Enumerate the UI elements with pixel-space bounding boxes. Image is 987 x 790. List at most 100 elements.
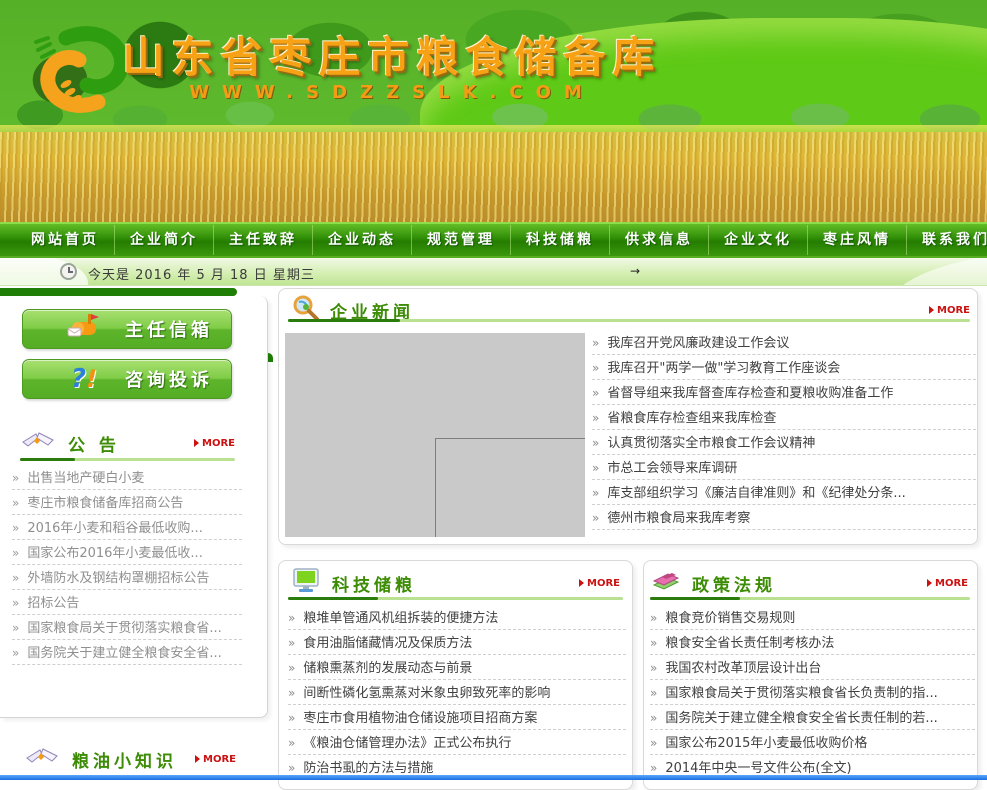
double-arrow-bullet: » — [592, 386, 599, 400]
section-underline — [288, 597, 623, 600]
policy-more-link[interactable]: MORE — [927, 578, 968, 589]
policy-list-item[interactable]: »我国农村改革顶层设计出台 — [650, 655, 975, 680]
news-link[interactable]: 我库召开党风廉政建设工作会议 — [607, 336, 789, 351]
double-arrow-bullet: » — [288, 636, 295, 650]
notice-link[interactable]: 国家粮食局关于贯彻落实粮食省... — [27, 621, 221, 636]
news-link[interactable]: 省粮食库存检查组来我库检查 — [607, 411, 776, 426]
double-arrow-bullet: » — [288, 761, 295, 775]
tech-link[interactable]: 防治书虱的方法与措施 — [303, 761, 433, 776]
policy-link[interactable]: 粮食竞价销售交易规则 — [665, 611, 795, 626]
tech-link[interactable]: 间断性磷化氢熏蒸对米象虫卵致死率的影响 — [303, 686, 550, 701]
news-list-item[interactable]: »认真贯彻落实全市粮食工作会议精神 — [592, 430, 976, 455]
notice-list-item[interactable]: »枣庄市粮食储备库招商公告 — [12, 490, 242, 515]
tech-more-link[interactable]: MORE — [579, 578, 620, 589]
notice-list-item[interactable]: »2016年小麦和稻谷最低收购... — [12, 515, 242, 540]
notice-link[interactable]: 枣庄市粮食储备库招商公告 — [27, 496, 183, 511]
double-arrow-bullet: » — [288, 611, 295, 625]
notice-list-item[interactable]: »外墙防水及钢结构罩棚招标公告 — [12, 565, 242, 590]
policy-link[interactable]: 国务院关于建立健全粮食安全省长责任制的若... — [665, 711, 937, 726]
knowledge-title: 粮油小知识 — [72, 747, 177, 772]
tech-list-item[interactable]: » 食用油脂储藏情况及保质方法 — [288, 630, 626, 655]
double-arrow-bullet: » — [650, 711, 657, 725]
site-banner: 山东省枣庄市粮食储备库 WWW.SDZZSLK.COM — [0, 0, 987, 222]
double-arrow-bullet: » — [650, 761, 657, 775]
policy-list-item[interactable]: »粮食安全省长责任制考核办法 — [650, 630, 975, 655]
tech-list-item[interactable]: »储粮熏蒸剂的发展动态与前景 — [288, 655, 626, 680]
news-list-item[interactable]: »市总工会领导来库调研 — [592, 455, 976, 480]
double-arrow-bullet: » — [592, 336, 599, 350]
section-underline — [288, 319, 970, 322]
news-link[interactable]: 德州市粮食局来我库考察 — [607, 511, 750, 526]
double-arrow-bullet: » — [650, 611, 657, 625]
news-link[interactable]: 省督导组来我库督查库存检查和夏粮收购准备工作 — [607, 386, 893, 401]
news-link[interactable]: 认真贯彻落实全市粮食工作会议精神 — [607, 436, 815, 451]
notice-section-header: 公 告 MORE — [20, 428, 235, 458]
news-list-item[interactable]: » 我库召开党风廉政建设工作会议 — [592, 330, 976, 355]
tech-list-item[interactable]: » 粮堆单管通风机组拆装的便捷方法 — [288, 605, 626, 630]
policy-link[interactable]: 粮食安全省长责任制考核办法 — [665, 636, 834, 651]
marquee-arrow-icon: → — [630, 264, 640, 278]
notice-link[interactable]: 出售当地产硬白小麦 — [27, 471, 144, 486]
nav-item[interactable]: 枣庄风情 — [807, 225, 906, 255]
tech-section-header: 科技储粮 MORE — [290, 567, 620, 599]
notice-list: » 出售当地产硬白小麦 »枣庄市粮食储备库招商公告»2016年小麦和稻谷最低收购..… — [12, 465, 242, 665]
notice-link[interactable]: 2016年小麦和稻谷最低收购... — [27, 521, 202, 536]
tech-link[interactable]: 《粮油仓储管理办法》正式公布执行 — [303, 736, 511, 751]
policy-list-item[interactable]: »国家粮食局关于贯彻落实粮食省长负责制的指... — [650, 680, 975, 705]
nav-item[interactable]: 企业文化 — [708, 225, 807, 255]
nav-item[interactable]: 网站首页 — [16, 225, 114, 255]
consult-complaint-button[interactable]: ?! 咨询投诉 — [22, 359, 232, 399]
nav-item[interactable]: 联系我们 — [906, 225, 987, 255]
books-icon — [650, 567, 682, 599]
swoosh-decoration — [892, 258, 987, 286]
nav-item[interactable]: 企业动态 — [312, 225, 411, 255]
policy-link[interactable]: 国家公布2015年小麦最低收购价格 — [665, 736, 867, 751]
tech-list-item[interactable]: »枣庄市食用植物油仓储设施项目招商方案 — [288, 705, 626, 730]
notice-link[interactable]: 国家公布2016年小麦最低收... — [27, 546, 202, 561]
news-link[interactable]: 库支部组织学习《廉洁自律准则》和《纪律处分条... — [607, 486, 905, 501]
policy-list-item[interactable]: » 国务院关于建立健全粮食安全省长责任制的若... — [650, 705, 975, 730]
notice-link[interactable]: 招标公告 — [27, 596, 79, 611]
news-list-item[interactable]: »库支部组织学习《廉洁自律准则》和《纪律处分条... — [592, 480, 976, 505]
news-list-item[interactable]: »我库召开"两学一做"学习教育工作座谈会 — [592, 355, 976, 380]
notice-list-item[interactable]: »招标公告 — [12, 590, 242, 615]
notice-more-link[interactable]: MORE — [194, 438, 235, 449]
notice-list-item[interactable]: »国家公布2016年小麦最低收... — [12, 540, 242, 565]
nav-item[interactable]: 规范管理 — [411, 225, 510, 255]
news-more-link[interactable]: MORE — [929, 305, 970, 316]
knowledge-more-link[interactable]: MORE — [195, 754, 236, 765]
policy-link[interactable]: 2014年中央一号文件公布(全文) — [665, 761, 851, 776]
site-url: WWW.SDZZSLK.COM — [118, 82, 666, 103]
tech-link[interactable]: 枣庄市食用植物油仓储设施项目招商方案 — [303, 711, 537, 726]
news-list-item[interactable]: » 德州市粮食局来我库考察 — [592, 505, 976, 530]
notice-list-item[interactable]: »国家粮食局关于贯彻落实粮食省... — [12, 615, 242, 640]
question-exclamation-icon: ?! — [61, 364, 107, 394]
notice-list-item[interactable]: » 出售当地产硬白小麦 — [12, 465, 242, 490]
nav-item[interactable]: 科技储粮 — [510, 225, 609, 255]
news-link[interactable]: 市总工会领导来库调研 — [607, 461, 737, 476]
policy-list-item[interactable]: »国家公布2015年小麦最低收购价格 — [650, 730, 975, 755]
tech-list-item[interactable]: »《粮油仓储管理办法》正式公布执行 — [288, 730, 626, 755]
notice-link[interactable]: 国务院关于建立健全粮食安全省... — [27, 646, 221, 661]
double-arrow-bullet: » — [592, 511, 599, 525]
knowledge-section-header: 粮油小知识 MORE — [24, 744, 236, 774]
notice-list-item[interactable]: »国务院关于建立健全粮食安全省... — [12, 640, 242, 665]
tech-link[interactable]: 储粮熏蒸剂的发展动态与前景 — [303, 661, 472, 676]
tech-list-item[interactable]: »间断性磷化氢熏蒸对米象虫卵致死率的影响 — [288, 680, 626, 705]
double-arrow-bullet: » — [12, 471, 19, 485]
policy-list-item[interactable]: » 粮食竞价销售交易规则 — [650, 605, 975, 630]
director-mailbox-button[interactable]: 主任信箱 — [22, 309, 232, 349]
nav-item[interactable]: 主任致辞 — [213, 225, 312, 255]
tech-link[interactable]: 食用油脂储藏情况及保质方法 — [303, 636, 472, 651]
tech-link[interactable]: 粮堆单管通风机组拆装的便捷方法 — [303, 611, 498, 626]
policy-link[interactable]: 我国农村改革顶层设计出台 — [665, 661, 821, 676]
site-title: 山东省枣庄市粮食储备库 — [112, 24, 672, 85]
notice-link[interactable]: 外墙防水及钢结构罩棚招标公告 — [27, 571, 209, 586]
news-list-item[interactable]: »省粮食库存检查组来我库检查 — [592, 405, 976, 430]
news-link[interactable]: 我库召开"两学一做"学习教育工作座谈会 — [607, 361, 840, 376]
policy-link[interactable]: 国家粮食局关于贯彻落实粮食省长负责制的指... — [665, 686, 937, 701]
nav-item[interactable]: 供求信息 — [609, 225, 708, 255]
nav-item[interactable]: 企业简介 — [114, 225, 213, 255]
news-list-item[interactable]: » 省督导组来我库督查库存检查和夏粮收购准备工作 — [592, 380, 976, 405]
open-book-icon — [20, 428, 56, 458]
